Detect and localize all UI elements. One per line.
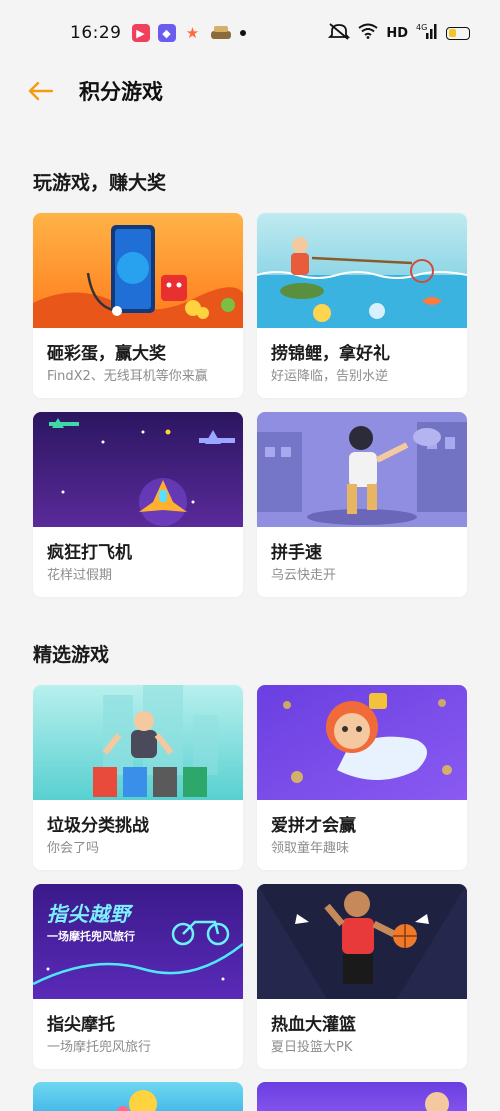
- garbage-sorting-banner: [33, 685, 243, 800]
- game-description: 一场摩托兜风旅行: [47, 1040, 152, 1055]
- arrow-left-icon: [28, 81, 54, 101]
- game-card-partial-right[interactable]: [257, 1082, 467, 1111]
- wifi-icon: [358, 23, 378, 43]
- game-card-puzzle-win[interactable]: 爱拼才会赢 领取童年趣味: [257, 685, 467, 870]
- top-app-bar: 积分游戏: [0, 66, 500, 116]
- game-name: 热血大灌篮: [271, 1015, 356, 1035]
- game-card-hand-speed[interactable]: 拼手速 乌云快走开: [257, 412, 467, 597]
- section-title-play-games: 玩游戏，赚大奖: [33, 172, 167, 194]
- mute-icon: [328, 22, 351, 44]
- banner-title: 指尖越野: [47, 902, 131, 926]
- game-name: 垃圾分类挑战: [47, 816, 149, 836]
- game-name: 爱拼才会赢: [271, 816, 356, 836]
- game-card-partial-left[interactable]: [33, 1082, 243, 1111]
- svg-text:4G: 4G: [416, 23, 427, 32]
- plane-shooter-banner: [33, 412, 243, 527]
- game-description: 你会了吗: [47, 841, 100, 856]
- star-app-icon: ★: [185, 24, 200, 42]
- more-notifications-dot: [239, 30, 246, 36]
- smash-egg-banner: [33, 213, 243, 328]
- game-name: 疯狂打飞机: [47, 543, 132, 563]
- game-name: 砸彩蛋，赢大奖: [47, 344, 166, 364]
- game-name: 捞锦鲤，拿好礼: [271, 344, 390, 364]
- slam-dunk-banner: [257, 884, 467, 999]
- game-description: 领取童年趣味: [271, 841, 350, 856]
- game-app-icon: [210, 24, 232, 42]
- game-card-slam-dunk[interactable]: 热血大灌篮 夏日投篮大PK: [257, 884, 467, 1069]
- banner-subtitle: 一场摩托兜风旅行: [47, 930, 135, 943]
- section-title-featured-games: 精选游戏: [33, 644, 110, 666]
- signal-icon: 4G: [416, 22, 438, 44]
- puzzle-win-banner: [257, 685, 467, 800]
- battery-icon: [446, 26, 470, 40]
- game-description: 乌云快走开: [271, 568, 337, 583]
- status-time: 16:29: [70, 23, 122, 43]
- hand-speed-banner: [257, 412, 467, 527]
- game-card-garbage-sorting[interactable]: 垃圾分类挑战 你会了吗: [33, 685, 243, 870]
- lucky-koi-banner: [257, 213, 467, 328]
- back-button[interactable]: [26, 76, 56, 106]
- game-card-fingertip-moto[interactable]: 指尖越野 一场摩托兜风旅行 指尖摩托 一场摩托兜风旅行: [33, 884, 243, 1069]
- status-bar: 16:29 ▶ ◆ ★ HD 4G: [0, 0, 500, 66]
- game-description: 夏日投篮大PK: [271, 1040, 353, 1055]
- game-description: FindX2、无线耳机等你来赢: [47, 369, 208, 384]
- video-app-icon: ▶: [131, 24, 150, 42]
- game-name: 拼手速: [271, 543, 322, 563]
- game-description: 花样过假期: [47, 568, 113, 583]
- fingertip-moto-banner: 指尖越野 一场摩托兜风旅行: [33, 884, 243, 999]
- page-title: 积分游戏: [79, 80, 163, 104]
- game-description: 好运降临，告别水逆: [271, 369, 389, 384]
- network-label: HD: [386, 25, 408, 41]
- game-card-lucky-koi[interactable]: 捞锦鲤，拿好礼 好运降临，告别水逆: [257, 213, 467, 398]
- game-name: 指尖摩托: [47, 1015, 115, 1035]
- notification-icons: ▶ ◆ ★: [131, 24, 246, 42]
- game-card-plane-shooter[interactable]: 疯狂打飞机 花样过假期: [33, 412, 243, 597]
- app-notification-icon: ◆: [157, 24, 176, 42]
- system-icons: HD 4G: [328, 22, 470, 44]
- game-card-smash-egg[interactable]: 砸彩蛋，赢大奖 FindX2、无线耳机等你来赢: [33, 213, 243, 398]
